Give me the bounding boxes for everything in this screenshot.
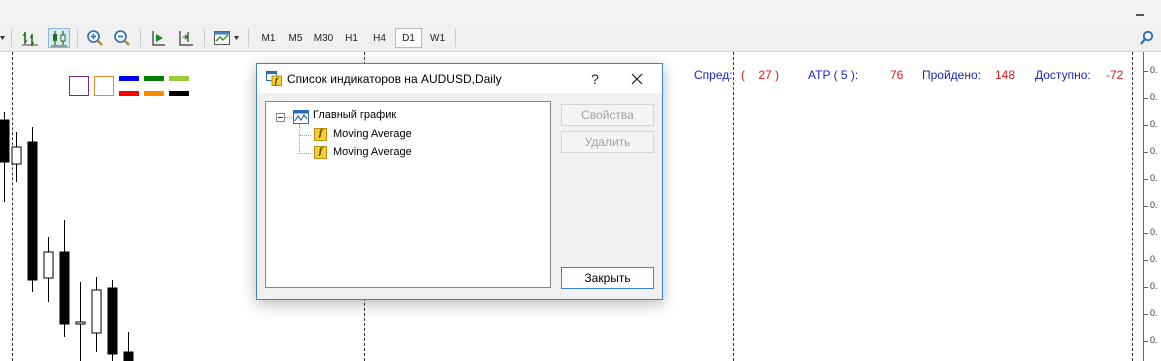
toolbar-separator (204, 29, 205, 47)
price-scale-tick (1144, 125, 1148, 126)
price-scale-tick (1144, 260, 1148, 261)
tree-item-moving-average[interactable]: Moving Average (333, 146, 412, 158)
price-scale-tick (1144, 314, 1148, 315)
minimize-icon[interactable] (1135, 6, 1145, 16)
indicator-list-dialog: f Список индикаторов на AUDUSD,Daily ? Г… (256, 63, 663, 300)
price-scale-label: 0. (1150, 65, 1158, 75)
timeframe-d1-button[interactable]: D1 (395, 28, 422, 48)
timeframe-h4-button[interactable]: H4 (366, 28, 393, 48)
swatch-line-black (169, 91, 189, 96)
timeframe-m30-button[interactable]: M30 (310, 28, 337, 48)
price-scale-label: 0. (1150, 200, 1158, 210)
tree-connector (285, 117, 292, 118)
properties-button[interactable]: Свойства (561, 104, 654, 126)
period-separator (1132, 52, 1133, 361)
toolbar-separator (11, 29, 12, 47)
price-scale-tick (1144, 233, 1148, 234)
toolbar-separator (248, 29, 249, 47)
timeframe-m5-button[interactable]: M5 (282, 28, 309, 48)
bearish-candle (107, 287, 118, 355)
price-scale-label: 0. (1150, 173, 1158, 183)
toolbar-separator (455, 29, 456, 47)
swatch-box-purple (69, 76, 89, 96)
price-scale-label: 0. (1150, 227, 1158, 237)
tree-connector (299, 153, 311, 154)
swatch-line-red (119, 91, 139, 96)
zoom-out-icon[interactable] (111, 28, 133, 48)
price-scale-label: 0. (1150, 92, 1158, 102)
close-button[interactable]: Закрыть (561, 267, 654, 289)
toolbar-separator (140, 29, 141, 47)
collapse-toggle-icon[interactable] (276, 113, 285, 122)
auto-scroll-icon[interactable] (147, 28, 169, 48)
price-scale-tick (1144, 287, 1148, 288)
bullish-candle (75, 321, 86, 325)
price-scale-tick (1144, 98, 1148, 99)
spread-label: Спред: (694, 68, 733, 82)
tree-root-main-chart[interactable]: Главный график (313, 109, 396, 121)
indicators-window-icon: f (266, 71, 282, 86)
available-value: -72 (1106, 68, 1124, 82)
tree-connector (299, 124, 300, 154)
zoom-in-icon[interactable] (84, 28, 106, 48)
period-separator (733, 52, 734, 361)
bearish-candle (59, 251, 70, 325)
bearish-candle (123, 351, 134, 361)
timeframe-w1-button[interactable]: W1 (424, 28, 451, 48)
price-scale-label: 0. (1150, 254, 1158, 264)
available-label: Доступно: (1035, 68, 1091, 82)
price-scale-tick (1144, 179, 1148, 180)
tree-connector (299, 135, 311, 136)
chart-shift-icon[interactable] (175, 28, 197, 48)
bearish-candle (0, 119, 10, 163)
candlestick-icon[interactable] (48, 28, 70, 48)
indicator-function-icon: f (314, 128, 327, 141)
price-scale-tick (1144, 341, 1148, 342)
help-button[interactable]: ? (583, 68, 607, 90)
bearish-candle (27, 141, 38, 281)
chart-toolbar: M1 M5 M30 H1 H4 D1 W1 (0, 24, 1161, 52)
atr-label: ATP ( 5 ): (808, 68, 859, 82)
swatch-line-blue (119, 76, 139, 81)
price-scale-label: 0. (1150, 119, 1158, 129)
passed-value: 148 (995, 68, 1016, 82)
price-scale-label: 0. (1150, 308, 1158, 318)
price-scale-tick (1144, 71, 1148, 72)
timeframe-m1-button[interactable]: M1 (255, 28, 282, 48)
window-top-strip (0, 0, 1161, 24)
price-scale-label: 0. (1150, 281, 1158, 291)
spread-value: ( 27 ) (741, 68, 780, 82)
price-scale-label: 0. (1150, 335, 1158, 345)
indicator-function-icon: f (314, 146, 327, 159)
timeframe-h1-button[interactable]: H1 (338, 28, 365, 48)
swatch-line-orange (144, 91, 164, 96)
bullish-candle (43, 251, 54, 279)
bar-chart-icon[interactable] (19, 28, 41, 48)
delete-button[interactable]: Удалить (561, 131, 654, 153)
main-chart-icon (293, 110, 309, 127)
templates-icon[interactable] (211, 28, 233, 48)
dialog-title-bar[interactable]: f Список индикаторов на AUDUSD,Daily ? (257, 64, 662, 93)
dropdown-arrow-icon[interactable] (0, 28, 6, 48)
swatch-line-green (144, 76, 164, 81)
bullish-candle (91, 289, 102, 334)
bullish-candle (11, 146, 22, 165)
toolbar-separator (77, 29, 78, 47)
dialog-title: Список индикаторов на AUDUSD,Daily (287, 72, 502, 86)
swatch-box-orange (94, 76, 114, 96)
search-icon[interactable] (1136, 28, 1158, 48)
atr-value: 76 (890, 68, 904, 82)
passed-label: Пройдено: (922, 68, 981, 82)
candlestick-series (0, 112, 134, 361)
indicator-tree[interactable]: Главный график f Moving Average f Moving… (265, 101, 551, 288)
templates-dropdown-icon[interactable] (233, 28, 241, 48)
price-scale-tick (1144, 206, 1148, 207)
price-scale-label: 0. (1150, 146, 1158, 156)
close-icon[interactable] (624, 68, 650, 90)
swatch-line-yellowgreen (169, 76, 189, 81)
tree-item-moving-average[interactable]: Moving Average (333, 128, 412, 140)
price-scale-tick (1144, 152, 1148, 153)
